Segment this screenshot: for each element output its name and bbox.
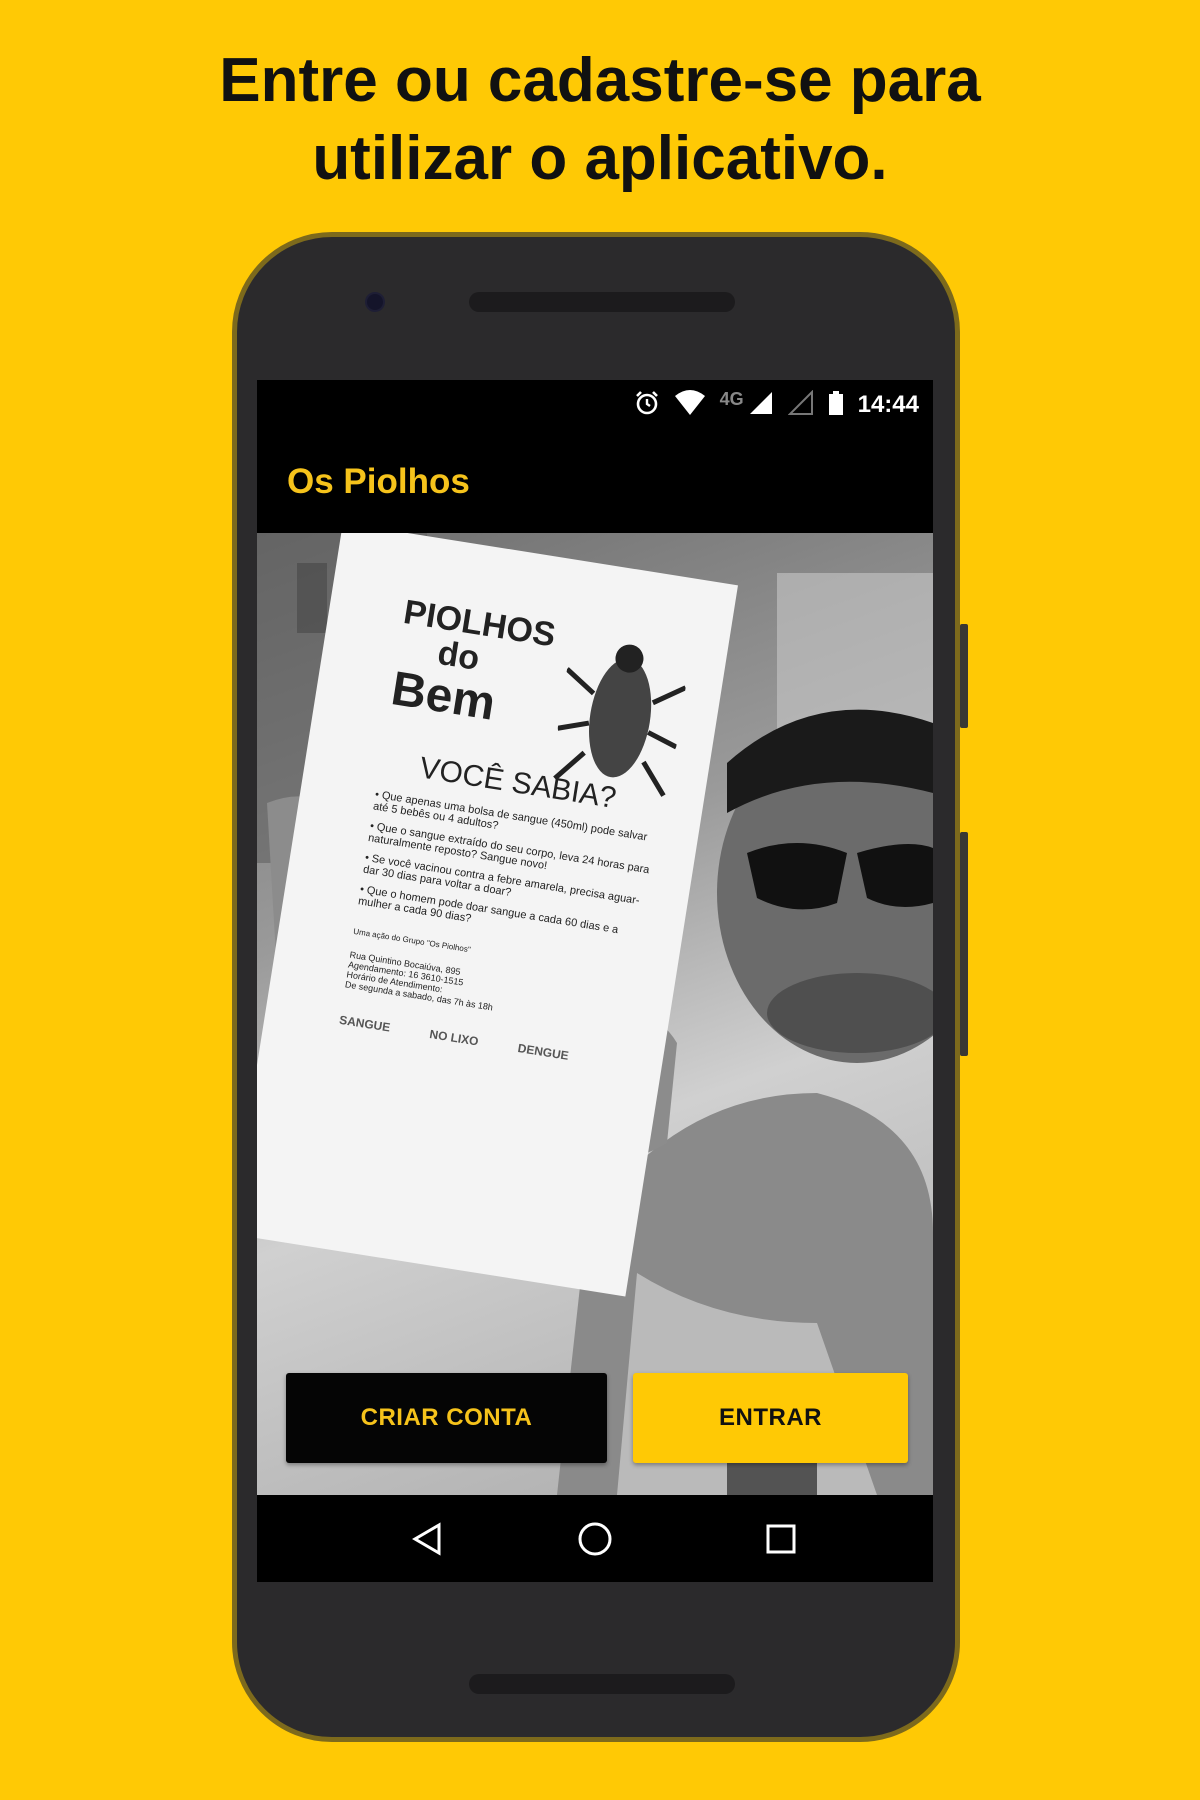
earpiece-speaker — [469, 292, 735, 312]
front-camera — [365, 292, 385, 312]
hero-photo: PIOLHOS do Bem VOCÊ SABIA? • Que apenas … — [257, 533, 933, 1495]
app-title: Os Piolhos — [287, 461, 470, 501]
phone-power-button — [960, 624, 968, 728]
wifi-icon — [674, 389, 706, 421]
recent-apps-icon[interactable] — [757, 1515, 805, 1563]
status-time: 14:44 — [857, 391, 919, 418]
network-type: 4G — [719, 388, 744, 409]
create-account-button[interactable]: CRIAR CONTA — [286, 1373, 607, 1463]
home-icon[interactable] — [571, 1515, 619, 1563]
alarm-icon — [634, 390, 660, 421]
status-bar: 4G 14:44 — [257, 380, 933, 430]
headline-line-1: Entre ou cadastre-se para — [219, 46, 981, 115]
headline-line-2: utilizar o aplicativo. — [312, 124, 888, 193]
signal-icon — [748, 390, 774, 421]
app-bar: Os Piolhos — [257, 430, 933, 533]
back-icon[interactable] — [403, 1515, 451, 1563]
phone-volume-button — [960, 832, 968, 1056]
phone-frame: 4G 14:44 Os Piolhos PIOLHOS do Bem VOCÊ … — [232, 232, 960, 1742]
android-nav-bar — [257, 1495, 933, 1582]
headline: Entre ou cadastre-se para utilizar o apl… — [0, 42, 1200, 198]
flyer: PIOLHOS do Bem VOCÊ SABIA? • Que apenas … — [338, 593, 782, 1086]
battery-icon — [828, 390, 844, 421]
signal-empty-icon — [787, 389, 814, 421]
login-button[interactable]: ENTRAR — [633, 1373, 908, 1463]
bottom-speaker — [469, 1674, 735, 1694]
